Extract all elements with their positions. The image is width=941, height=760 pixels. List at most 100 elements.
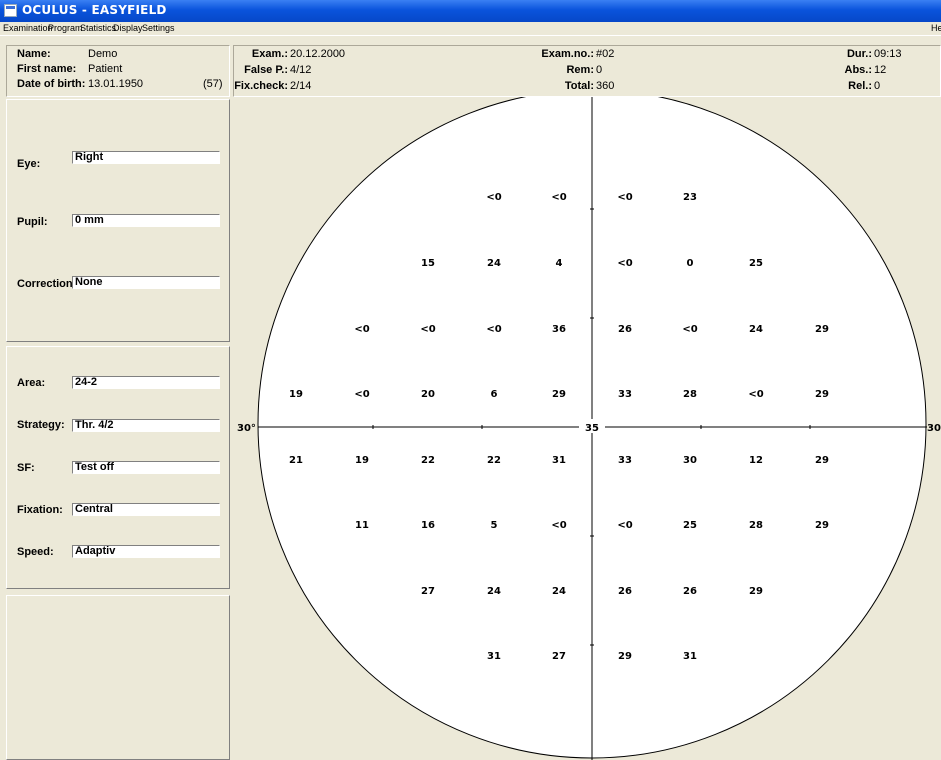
strategy-field[interactable]: Thr. 4/2 [72,419,220,432]
pupil-field[interactable]: 0 mm [72,214,220,227]
duration-label: Dur.: [846,48,872,60]
age-value: (57) [203,78,223,90]
threshold-value: 23 [683,192,697,203]
relative-value: 0 [874,80,881,92]
threshold-value: <0 [551,192,566,203]
exam-number-value: #02 [596,48,615,60]
threshold-value: 26 [618,586,632,597]
threshold-value: 24 [487,586,501,597]
area-field[interactable]: 24-2 [72,376,220,389]
first-name-value: Patient [88,63,123,75]
threshold-value: 33 [618,455,632,466]
fixation-field[interactable]: Central [72,503,220,516]
threshold-value: <0 [354,324,369,335]
eye-label: Eye: [17,158,41,170]
name-label: Name: [17,48,51,60]
eye-panel: Eye: Right Pupil: 0 mm Correction: None [6,99,230,342]
speed-field[interactable]: Adaptiv [72,545,220,558]
menu-bar: Examination Program Statistics Display S… [0,22,941,36]
threshold-value: 28 [683,389,697,400]
menu-help[interactable]: He [931,23,941,33]
threshold-value: <0 [420,324,435,335]
threshold-value: 29 [618,651,632,662]
eye-field[interactable]: Right [72,151,220,164]
threshold-value: 29 [815,455,829,466]
fixation-label: Fixation: [17,504,63,516]
menu-examination[interactable]: Examination [3,23,53,33]
exam-date-value: 20.12.2000 [290,48,346,60]
threshold-value: 24 [487,258,501,269]
sf-field[interactable]: Test off [72,461,220,474]
absolute-value: 12 [874,64,887,76]
remaining-label: Rem: [566,64,594,76]
dob-value: 13.01.1950 [88,78,144,90]
threshold-value: <0 [617,258,632,269]
threshold-value: 0 [687,258,694,269]
threshold-value: 28 [749,520,763,531]
threshold-value: <0 [486,192,501,203]
threshold-value: 16 [421,520,435,531]
correction-label: Correction: [17,278,77,290]
false-positive-label: False P.: [244,64,288,76]
strategy-label: Strategy: [17,419,65,431]
threshold-value: 26 [683,586,697,597]
threshold-value: 27 [421,586,435,597]
fixation-check-label: Fix.check: [234,80,288,92]
axis-left-label: 30° [237,423,256,434]
relative-label: Rel.: [848,80,872,92]
app-window-icon[interactable] [4,4,17,17]
visual-field-area: 35 30° 30° <0 <0 <0 23 15 24 4 <0 0 25 <0 <0 <0 36 26 <… [233,89,941,760]
menu-display[interactable]: Display [113,23,143,33]
speed-label: Speed: [17,546,54,558]
threshold-value: 29 [749,586,763,597]
threshold-value: 30 [683,455,697,466]
threshold-value: 4 [556,258,563,269]
threshold-value: 31 [683,651,697,662]
threshold-value: 24 [552,586,566,597]
center-value: 35 [585,423,599,434]
total-label: Total: [564,80,594,92]
menu-statistics[interactable]: Statistics [80,23,116,33]
menu-settings[interactable]: Settings [142,23,175,33]
menu-program[interactable]: Program [48,23,83,33]
area-label: Area: [17,377,46,389]
exam-header-panel: Exam.: 20.12.2000 False P.: 4/12 Fix.che… [233,45,941,97]
threshold-value: 19 [289,389,303,400]
window-title: OCULUS - EASYFIELD [22,3,167,17]
sf-label: SF: [17,462,35,474]
threshold-value: 15 [421,258,435,269]
dob-label: Date of birth: [17,78,86,90]
threshold-value: 25 [683,520,697,531]
program-panel: Area: 24-2 Strategy: Thr. 4/2 SF: Test o… [6,346,230,589]
remaining-value: 0 [596,64,603,76]
exam-number-label: Exam.no.: [541,48,594,60]
threshold-value: 12 [749,455,763,466]
threshold-value: <0 [748,389,763,400]
threshold-value: 20 [421,389,435,400]
threshold-value: 5 [491,520,498,531]
threshold-value: 29 [815,389,829,400]
threshold-value: 31 [552,455,566,466]
threshold-value: 31 [487,651,501,662]
threshold-value: 27 [552,651,566,662]
visual-field-plot[interactable]: 35 30° 30° <0 <0 <0 23 15 24 4 <0 0 25 <0 <0 <0 36 26 <… [233,89,941,760]
threshold-value: 6 [491,389,498,400]
threshold-value: <0 [617,520,632,531]
absolute-label: Abs.: [844,64,873,76]
threshold-value: 26 [618,324,632,335]
correction-field[interactable]: None [72,276,220,289]
patient-panel: Name: Demo First name: Patient Date of b… [6,45,230,97]
threshold-value: 19 [355,455,369,466]
total-value: 360 [596,80,615,92]
threshold-value: 22 [487,455,501,466]
threshold-value: 25 [749,258,763,269]
threshold-value: 21 [289,455,303,466]
duration-value: 09:13 [874,48,902,60]
name-value: Demo [88,48,118,60]
threshold-value: <0 [486,324,501,335]
threshold-value: <0 [682,324,697,335]
threshold-value: 29 [815,520,829,531]
fixation-check-value: 2/14 [290,80,312,92]
threshold-value: <0 [551,520,566,531]
false-positive-value: 4/12 [290,64,312,76]
